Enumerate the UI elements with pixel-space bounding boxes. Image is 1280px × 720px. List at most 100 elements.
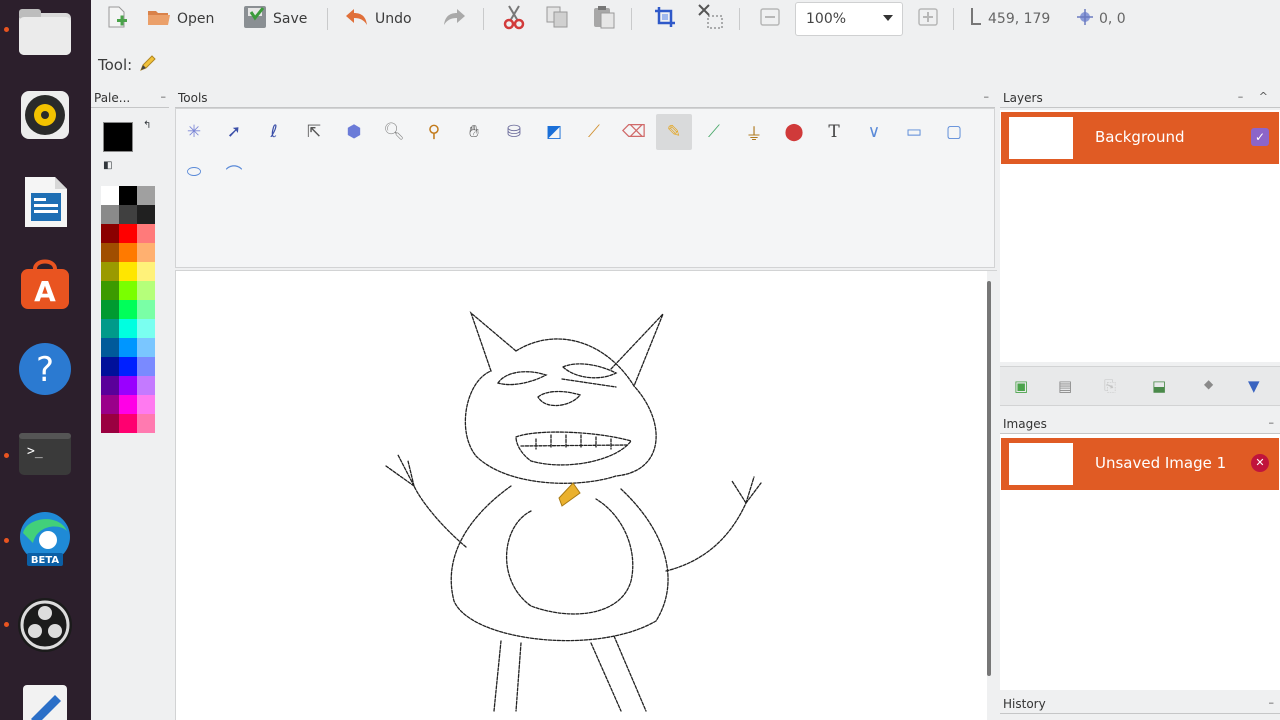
line-curve-tool-icon[interactable]: ∨ — [856, 114, 892, 150]
terminal-icon[interactable]: >_ — [14, 422, 76, 484]
vertical-scrollbar[interactable] — [987, 281, 991, 676]
palette-swatch[interactable] — [137, 338, 155, 357]
minimize-icon[interactable]: – — [1269, 416, 1275, 429]
palette-swatch[interactable] — [119, 205, 137, 224]
help-icon[interactable]: ? — [14, 338, 76, 400]
palette-swatch[interactable] — [101, 186, 119, 205]
palette-swatch[interactable] — [119, 357, 137, 376]
cut-button[interactable] — [503, 4, 525, 34]
panel-controls-icon[interactable]: – ^ — [1238, 90, 1274, 103]
writer-icon[interactable] — [14, 170, 76, 232]
palette-swatch[interactable] — [137, 281, 155, 300]
palette-swatch[interactable] — [119, 281, 137, 300]
drawing-canvas[interactable] — [175, 271, 987, 720]
minimize-icon[interactable]: – — [984, 90, 990, 103]
palette-swatch[interactable] — [101, 205, 119, 224]
swap-colors-icon[interactable]: ↰ — [143, 120, 151, 131]
deselect-all-button[interactable] — [696, 4, 726, 34]
recolor-tool-icon[interactable]: ⬤ — [776, 114, 812, 150]
palette-swatch[interactable] — [137, 300, 155, 319]
ellipse-select-tool-icon[interactable]: ⬢ — [336, 114, 372, 150]
copy-button[interactable] — [544, 4, 570, 34]
palette-swatch[interactable] — [137, 186, 155, 205]
palette-swatch[interactable] — [101, 262, 119, 281]
delete-layer-icon[interactable]: ▤ — [1058, 377, 1072, 395]
paste-button[interactable] — [591, 4, 617, 34]
rounded-rectangle-tool-icon[interactable]: ▢ — [936, 114, 972, 150]
palette-swatch[interactable] — [119, 376, 137, 395]
undo-button[interactable]: Undo — [344, 4, 412, 34]
palette-swatch[interactable] — [101, 281, 119, 300]
pencil-tool-icon[interactable]: ✎ — [656, 114, 692, 150]
eraser-tool-icon[interactable]: ⌫ — [616, 114, 652, 150]
palette-swatch[interactable] — [101, 395, 119, 414]
palette-swatch[interactable] — [101, 243, 119, 262]
text-tool-icon[interactable]: T — [816, 114, 852, 150]
open-button[interactable]: Open — [146, 4, 214, 34]
pointer-tool-icon[interactable]: ⇱ — [296, 114, 332, 150]
palette-swatch[interactable] — [119, 262, 137, 281]
move-layer-up-icon[interactable]: ◆ — [1204, 377, 1213, 391]
rhythmbox-icon[interactable] — [14, 84, 76, 146]
redo-button[interactable] — [441, 4, 467, 34]
palette-swatch[interactable] — [101, 414, 119, 433]
files-icon[interactable] — [14, 0, 76, 62]
palette-swatch[interactable] — [137, 205, 155, 224]
palette-swatch[interactable] — [137, 414, 155, 433]
clone-stamp-tool-icon[interactable]: ⏚ — [736, 114, 772, 150]
palette-swatch[interactable] — [137, 224, 155, 243]
paintbrush-tool-icon[interactable]: ⟋ — [576, 114, 612, 150]
palette-swatch[interactable] — [137, 395, 155, 414]
magic-wand-tool-icon[interactable]: ⚲ — [416, 114, 452, 150]
edge-beta-icon[interactable]: BETA — [14, 508, 76, 570]
text-editor-icon[interactable] — [14, 676, 76, 720]
zoom-tool-icon[interactable]: 🔍︎ — [376, 114, 412, 150]
gradient-tool-icon[interactable]: ◩ — [536, 114, 572, 150]
palette-swatch[interactable] — [137, 319, 155, 338]
app-center-icon[interactable]: A — [14, 254, 76, 316]
paint-bucket-tool-icon[interactable]: ⛁ — [496, 114, 532, 150]
palette-swatch[interactable] — [119, 414, 137, 433]
crop-to-selection-button[interactable] — [653, 4, 677, 34]
add-layer-icon[interactable]: ▣ — [1014, 377, 1028, 395]
pan-tool-icon[interactable]: ✋︎ — [456, 114, 492, 150]
palette-swatch[interactable] — [137, 262, 155, 281]
save-button[interactable]: Save — [242, 4, 307, 34]
palette-swatch[interactable] — [101, 300, 119, 319]
move-selection-tool-icon[interactable]: ✳ — [176, 114, 212, 150]
new-image-button[interactable] — [105, 4, 129, 34]
palette-swatch[interactable] — [101, 224, 119, 243]
palette-swatch[interactable] — [101, 357, 119, 376]
palette-swatch[interactable] — [101, 376, 119, 395]
palette-swatch[interactable] — [101, 319, 119, 338]
minimize-icon[interactable]: – — [161, 90, 167, 103]
layer-visibility-checkbox[interactable]: ✓ — [1251, 128, 1269, 146]
move-layer-down-icon[interactable]: ▼ — [1248, 377, 1260, 395]
palette-swatch[interactable] — [137, 357, 155, 376]
duplicate-layer-icon[interactable]: ⎘ — [1104, 377, 1116, 395]
palette-swatch[interactable] — [137, 376, 155, 395]
palette-swatch[interactable] — [137, 243, 155, 262]
zoom-in-button[interactable] — [917, 4, 939, 34]
ellipse-tool-icon[interactable]: ⬭ — [176, 154, 212, 190]
palette-swatch[interactable] — [119, 243, 137, 262]
palette-swatch[interactable] — [119, 319, 137, 338]
merge-layer-icon[interactable]: ⬓ — [1152, 377, 1166, 395]
minimize-icon[interactable]: – — [1269, 696, 1275, 709]
zoom-combobox[interactable]: 100% — [795, 2, 903, 36]
freeform-shape-tool-icon[interactable]: ⌒ — [216, 154, 252, 190]
image-tab-row[interactable]: Unsaved Image 1 ✕ — [1001, 438, 1279, 490]
reset-colors-icon[interactable]: ◧ — [103, 160, 112, 171]
obs-studio-icon[interactable] — [14, 594, 76, 656]
close-image-icon[interactable]: ✕ — [1251, 454, 1269, 472]
palette-swatch[interactable] — [119, 186, 137, 205]
lasso-select-tool-icon[interactable]: ℓ — [256, 114, 292, 150]
palette-swatch[interactable] — [119, 395, 137, 414]
move-selected-tool-icon[interactable]: ➚ — [216, 114, 252, 150]
zoom-out-button[interactable] — [759, 4, 781, 34]
palette-swatch[interactable] — [119, 224, 137, 243]
primary-color-swatch[interactable] — [103, 122, 133, 152]
palette-swatch[interactable] — [119, 300, 137, 319]
layer-row[interactable]: Background ✓ — [1001, 112, 1279, 164]
palette-swatch[interactable] — [119, 338, 137, 357]
